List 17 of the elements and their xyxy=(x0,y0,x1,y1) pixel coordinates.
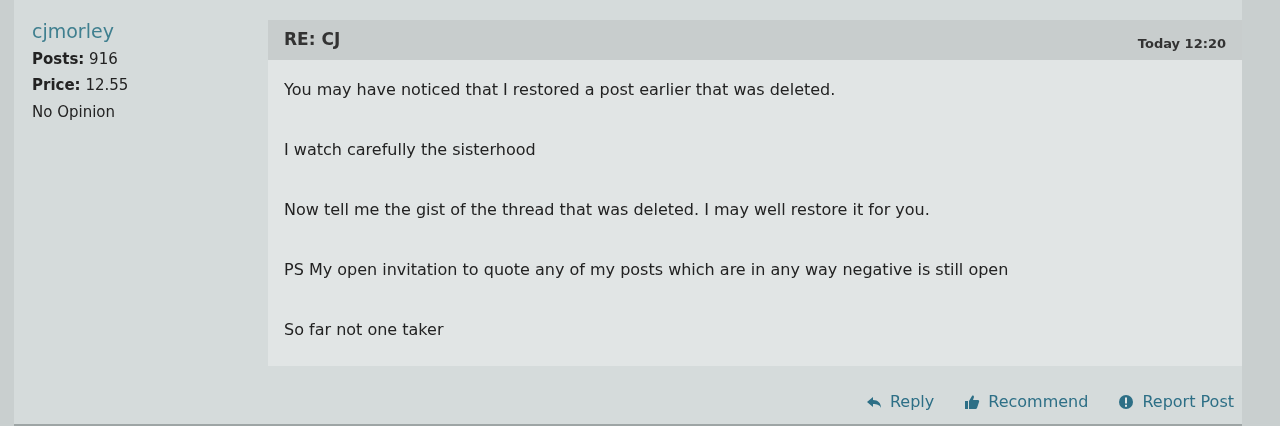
post-paragraph: You may have noticed that I restored a post earlier that was deleted. xyxy=(284,79,837,101)
user-opinion: No Opinion xyxy=(32,101,117,123)
thumbs-up-icon xyxy=(964,394,981,410)
post-paragraph: So far not one taker xyxy=(284,319,445,341)
post-title: RE: CJ xyxy=(284,28,341,52)
post-paragraph: I watch carefully the sisterhood xyxy=(284,139,537,161)
post-paragraph: PS My open invitation to quote any of my posts which are in any way negative is still open xyxy=(284,259,1010,281)
post-paragraph: Now tell me the gist of the thread that was deleted. I may well restore it for you. xyxy=(284,199,931,221)
reply-arrow-icon xyxy=(865,394,882,410)
user-stat: Posts: 916 xyxy=(32,48,119,70)
post-time: Today 12:20 xyxy=(1137,35,1226,54)
exclamation-circle-icon xyxy=(1118,394,1135,410)
recommend-button[interactable]: Recommend xyxy=(964,390,1089,414)
reply-button[interactable]: Reply xyxy=(865,390,935,414)
user-stat: Price: 12.55 xyxy=(32,75,130,97)
username-link[interactable]: cjmorley xyxy=(32,20,268,44)
report-button[interactable]: Report Post xyxy=(1118,390,1234,414)
